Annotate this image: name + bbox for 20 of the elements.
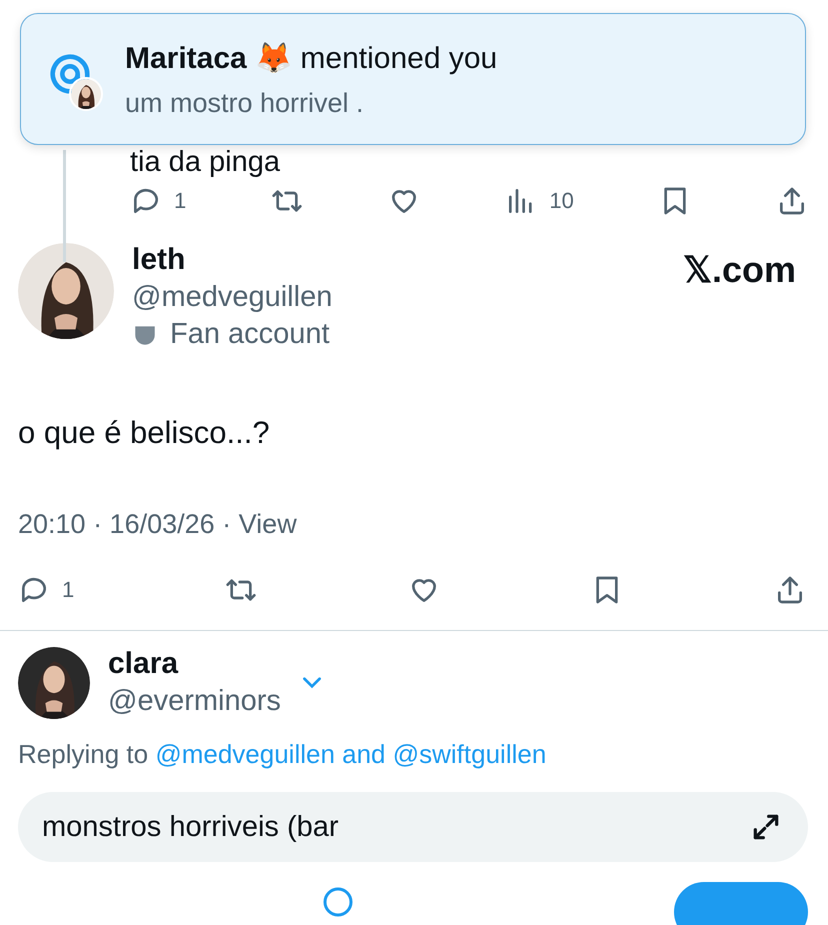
user-name: clara [108,647,180,681]
user-handle[interactable]: @medveguillen [132,281,665,314]
count: 1 [62,577,74,603]
count: 10 [549,188,574,214]
notification-text: um mostro horrivel . [125,88,365,118]
user-handle: @everminors [108,685,281,718]
tweet-text: tia da pinga [130,147,281,177]
account-label: Fan account [170,318,330,351]
reply-button[interactable] [674,882,808,925]
tweet-text: o que é belisco...? [18,415,271,451]
notification-banner[interactable]: Maritaca 🦊 mentioned you um mostro horrivel . [20,13,806,145]
count: 1 [174,188,186,214]
tweet-meta: 20:10 · 16/03/26 · View [18,509,298,540]
progress-ring-icon [322,886,354,918]
notification-user: Maritaca 🦊 [125,42,292,74]
notification-action: mentioned you [300,42,498,74]
replying-to-text: Replying to @medveguillen and @swiftguillen [18,739,548,770]
site-logo: 𝕏.com [682,249,796,291]
reply-field[interactable]: monstros horriveis (bar [18,792,808,862]
user-name[interactable]: leth [132,243,665,277]
